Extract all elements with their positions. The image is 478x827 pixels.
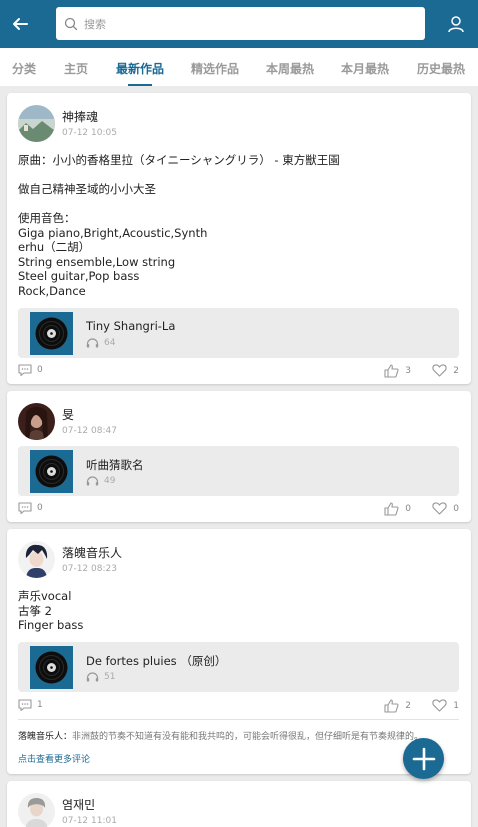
comment-icon xyxy=(18,699,32,711)
comment-count: 0 xyxy=(37,365,43,375)
post-card: 落魄音乐人 07-12 08:23 声乐vocal 古筝 2 Finger ba… xyxy=(7,529,471,774)
comment-icon xyxy=(18,364,32,376)
user-profile-button[interactable] xyxy=(442,10,470,38)
active-tab-indicator xyxy=(128,84,152,86)
avatar[interactable] xyxy=(18,541,55,578)
add-post-button[interactable] xyxy=(403,738,444,779)
comment-icon xyxy=(18,502,32,514)
like-button[interactable]: 3 xyxy=(384,364,411,378)
comment-count: 1 xyxy=(37,700,43,710)
comment-button[interactable]: 0 xyxy=(18,502,43,514)
avatar[interactable] xyxy=(18,793,55,827)
favorite-count: 1 xyxy=(453,700,459,711)
favorite-count: 2 xyxy=(453,365,459,376)
divider xyxy=(18,719,459,720)
post-actions: 0 3 2 xyxy=(18,364,459,380)
favorite-button[interactable]: 2 xyxy=(432,364,459,377)
vinyl-disc-icon xyxy=(30,450,73,493)
thumbs-up-icon xyxy=(384,699,399,713)
heart-icon xyxy=(432,502,447,515)
like-count: 3 xyxy=(405,366,411,376)
plus-icon xyxy=(412,747,435,770)
user-icon xyxy=(448,16,464,33)
tab-all-time-hot[interactable]: 历史最热 xyxy=(417,60,465,77)
play-count-value: 49 xyxy=(104,476,116,486)
vinyl-disc-icon xyxy=(30,646,73,689)
avatar[interactable] xyxy=(18,105,55,142)
post-text: 声乐vocal 古筝 2 Finger bass xyxy=(18,589,84,632)
play-count: 64 xyxy=(86,338,115,348)
vinyl-disc-icon xyxy=(30,312,73,355)
like-button[interactable]: 0 xyxy=(384,502,411,516)
heart-icon xyxy=(432,699,447,712)
post-card: 旻 07-12 08:47 听曲猜歌名 49 0 0 0 xyxy=(7,391,471,522)
search-input[interactable]: 搜索 xyxy=(56,7,425,40)
tab-monthly-hot[interactable]: 本月最热 xyxy=(341,60,389,77)
view-more-comments-link[interactable]: 点击查看更多评论 xyxy=(18,752,90,765)
play-count: 51 xyxy=(86,672,115,682)
track-title: 听曲猜歌名 xyxy=(86,458,144,472)
post-time: 07-12 08:23 xyxy=(62,564,117,574)
post-time: 07-12 08:47 xyxy=(62,426,117,436)
heart-icon xyxy=(432,364,447,377)
play-count-value: 64 xyxy=(104,338,116,348)
username[interactable]: 落魄音乐人 xyxy=(62,544,122,561)
post-time: 07-12 11:01 xyxy=(62,816,117,826)
username[interactable]: 旻 xyxy=(62,406,74,423)
post-actions: 0 0 0 xyxy=(18,502,459,518)
back-arrow-icon xyxy=(13,18,28,30)
username[interactable]: 염재민 xyxy=(62,796,95,813)
comment-button[interactable]: 1 xyxy=(18,699,43,711)
track-item[interactable]: Tiny Shangri-La 64 xyxy=(18,308,459,358)
tab-featured[interactable]: 精选作品 xyxy=(191,60,239,77)
search-icon xyxy=(64,17,78,30)
back-button[interactable] xyxy=(6,10,34,38)
favorite-button[interactable]: 0 xyxy=(432,502,459,515)
track-title: De fortes pluies （原创） xyxy=(86,654,227,668)
like-count: 2 xyxy=(405,701,411,711)
post-text: 原曲：小小的香格里拉（タイニーシャングリラ） - 東方獣王園 做自己精神圣域的小… xyxy=(18,153,340,298)
thumbs-up-icon xyxy=(384,502,399,516)
category-tabs: 分类 主页 最新作品 精选作品 本周最热 本月最热 历史最热 xyxy=(0,48,478,86)
comment-text: 非洲鼓的节奏不知道有没有能和我共鸣的，可能会听得很乱，但仔细听是有节奏规律的。 xyxy=(72,732,424,742)
tab-latest[interactable]: 最新作品 xyxy=(116,60,164,77)
comment-count: 0 xyxy=(37,503,43,513)
avatar[interactable] xyxy=(18,403,55,440)
thumbs-up-icon xyxy=(384,364,399,378)
post-card: 염재민 07-12 11:01 xyxy=(7,781,471,827)
tab-weekly-hot[interactable]: 本周最热 xyxy=(266,60,314,77)
favorite-count: 0 xyxy=(453,503,459,514)
favorite-button[interactable]: 1 xyxy=(432,699,459,712)
comment-button[interactable]: 0 xyxy=(18,364,43,376)
post-card: 神捧魂 07-12 10:05 原曲：小小的香格里拉（タイニーシャングリラ） -… xyxy=(7,93,471,384)
post-time: 07-12 10:05 xyxy=(62,128,117,138)
tab-category[interactable]: 分类 xyxy=(12,60,36,77)
track-title: Tiny Shangri-La xyxy=(86,319,176,333)
headphones-icon xyxy=(86,338,99,348)
top-bar: 搜索 xyxy=(0,0,478,48)
username[interactable]: 神捧魂 xyxy=(62,108,98,125)
headphones-icon xyxy=(86,476,99,486)
play-count-value: 51 xyxy=(104,672,116,682)
track-item[interactable]: De fortes pluies （原创） 51 xyxy=(18,642,459,692)
track-item[interactable]: 听曲猜歌名 49 xyxy=(18,446,459,496)
tab-home[interactable]: 主页 xyxy=(64,60,88,77)
headphones-icon xyxy=(86,672,99,682)
post-actions: 1 2 1 xyxy=(18,699,459,715)
play-count: 49 xyxy=(86,476,115,486)
like-button[interactable]: 2 xyxy=(384,699,411,713)
search-placeholder: 搜索 xyxy=(84,17,106,31)
comment-preview[interactable]: 落魄音乐人：非洲鼓的节奏不知道有没有能和我共鸣的，可能会听得很乱，但仔细听是有节… xyxy=(18,729,448,742)
like-count: 0 xyxy=(405,504,411,514)
comment-author: 落魄音乐人： xyxy=(18,732,73,742)
